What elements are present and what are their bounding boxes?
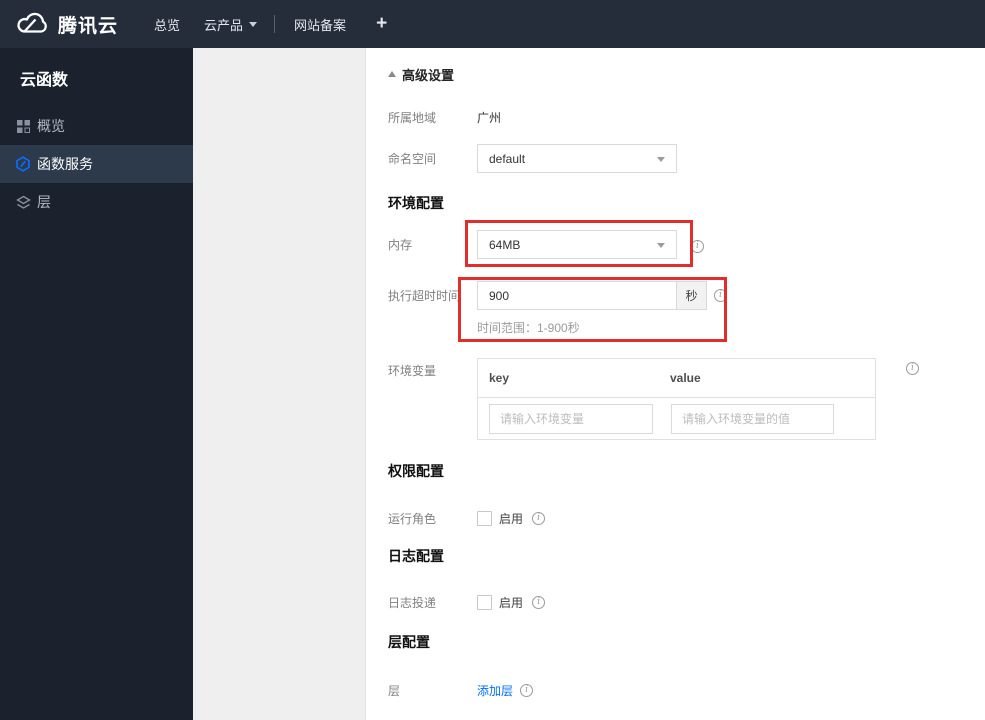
brand[interactable]: 腾讯云 — [14, 11, 118, 38]
nav-item-website-icp[interactable]: 网站备案 — [294, 15, 346, 34]
sidebar-menu: 概览 函数服务 层 — [0, 107, 193, 221]
envvar-row: 环境变量 key value — [388, 358, 876, 440]
log-shipping-enable-label: 启用 — [499, 596, 524, 610]
namespace-selected-value: default — [489, 151, 526, 166]
namespace-row: 命名空间 default — [388, 144, 677, 173]
region-value: 广州 — [477, 110, 502, 125]
nav-item-label: 云产品 — [204, 17, 244, 33]
run-role-label: 运行角色 — [388, 512, 437, 526]
log-shipping-checkbox[interactable] — [477, 595, 492, 610]
grid-icon — [15, 118, 31, 134]
layers-icon — [15, 194, 31, 210]
section-heading-environment: 环境配置 — [388, 195, 444, 211]
envvar-col-key: key — [489, 371, 510, 385]
sidebar-item-function-service[interactable]: 函数服务 — [0, 145, 193, 183]
sidebar-item-label: 层 — [37, 194, 51, 210]
section-heading-layer: 层配置 — [388, 634, 430, 650]
envvar-key-input[interactable] — [489, 403, 653, 434]
memory-row: 内存 64MB — [388, 230, 677, 259]
envvar-table: key value — [477, 358, 876, 440]
timeout-unit-suffix: 秒 — [676, 282, 706, 309]
run-role-row: 运行角色 启用 — [388, 510, 546, 527]
region-row: 所属地域 广州 — [388, 109, 501, 125]
add-layer-link[interactable]: 添加层 — [477, 682, 513, 699]
envvar-info-icon[interactable] — [906, 362, 919, 375]
timeout-input[interactable] — [478, 282, 676, 309]
nav-divider — [274, 15, 276, 33]
log-shipping-row: 日志投递 启用 — [388, 594, 546, 611]
run-role-enable-label: 启用 — [499, 512, 524, 526]
region-label: 所属地域 — [388, 110, 437, 125]
layer-row: 层 添加层 — [388, 682, 534, 699]
envvar-table-header: key value — [478, 359, 875, 398]
section-heading-log: 日志配置 — [388, 548, 444, 564]
namespace-select[interactable]: default — [477, 144, 677, 173]
sidebar: 云函数 概览 函数服务 层 — [0, 48, 193, 720]
nav-item-label: 网站备案 — [294, 17, 347, 33]
timeout-info-icon[interactable] — [714, 289, 727, 302]
timeout-input-group: 秒 — [477, 281, 707, 310]
advanced-settings-toggle[interactable]: 高级设置 — [388, 64, 454, 84]
log-shipping-label: 日志投递 — [388, 596, 437, 610]
secondary-panel — [193, 48, 366, 720]
layer-info-icon[interactable] — [520, 684, 534, 697]
sidebar-item-overview[interactable]: 概览 — [0, 107, 193, 145]
function-hexagon-icon — [15, 156, 31, 172]
memory-selected-value: 64MB — [489, 237, 521, 252]
envvar-table-row — [478, 398, 875, 439]
triangle-up-icon — [388, 67, 396, 77]
namespace-label: 命名空间 — [388, 152, 437, 166]
log-shipping-info-icon[interactable] — [532, 596, 546, 609]
timeout-range-hint: 时间范围：1-900秒 — [477, 321, 580, 335]
timeout-label: 执行超时时间 — [388, 289, 461, 303]
tencent-cloud-logo-icon — [14, 11, 50, 37]
sidebar-title: 云函数 — [20, 72, 69, 89]
nav-item-cloud-products[interactable]: 云产品 — [204, 15, 258, 34]
memory-select[interactable]: 64MB — [477, 230, 677, 259]
advanced-settings-label: 高级设置 — [402, 67, 455, 83]
sidebar-item-label: 函数服务 — [37, 156, 93, 172]
memory-label: 内存 — [388, 238, 413, 252]
sidebar-item-label: 概览 — [37, 118, 65, 134]
nav-item-label: 总览 — [154, 17, 181, 33]
section-heading-permission: 权限配置 — [388, 463, 444, 479]
timeout-row: 执行超时时间 秒 — [388, 281, 707, 310]
chevron-down-icon — [657, 242, 665, 252]
layer-label: 层 — [388, 684, 401, 698]
chevron-down-icon — [657, 156, 665, 166]
function-config-form: 高级设置 所属地域 广州 命名空间 default 环境配置 内存 64MB 执… — [366, 48, 985, 720]
envvar-value-input[interactable] — [671, 403, 834, 434]
memory-info-icon[interactable] — [691, 240, 704, 253]
chevron-down-icon — [249, 22, 258, 31]
brand-name: 腾讯云 — [58, 15, 119, 37]
nav-item-overview[interactable]: 总览 — [154, 15, 180, 34]
envvar-label: 环境变量 — [388, 364, 437, 378]
nav-add-button[interactable]: + — [376, 13, 387, 35]
sidebar-item-layers[interactable]: 层 — [0, 183, 193, 221]
run-role-checkbox[interactable] — [477, 511, 492, 526]
envvar-col-value: value — [670, 371, 701, 385]
top-navbar: 腾讯云 总览 云产品 网站备案 + — [0, 0, 985, 48]
run-role-info-icon[interactable] — [532, 512, 546, 525]
